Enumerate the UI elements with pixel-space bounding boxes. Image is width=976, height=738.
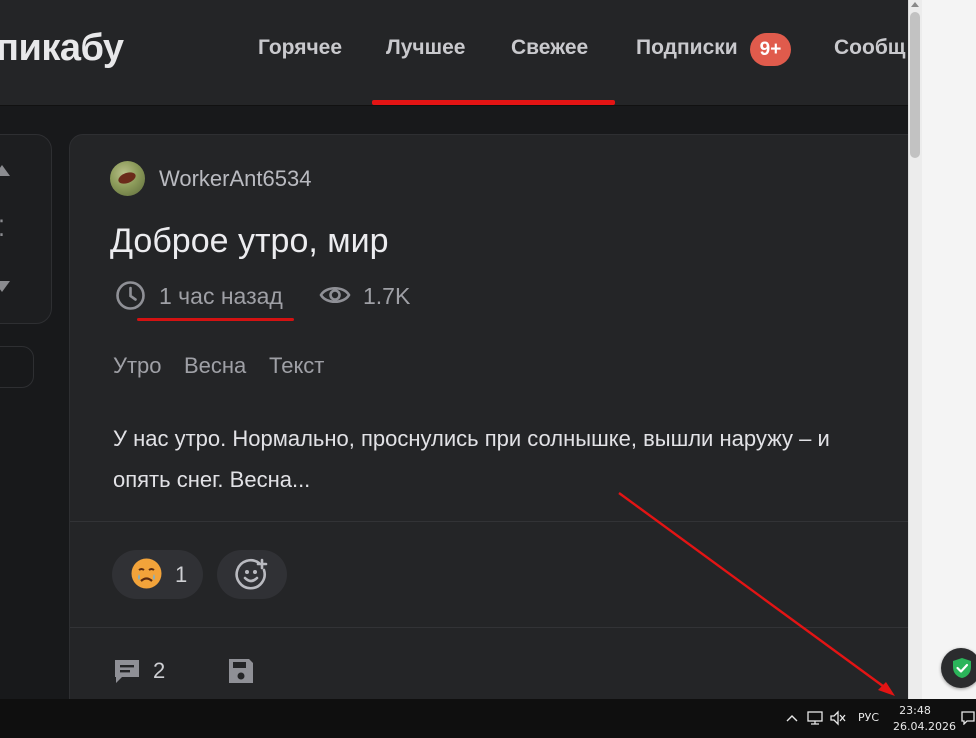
divider (70, 627, 908, 628)
browser-viewport: пикабу Горячее Лучшее Свежее Подписки 9+… (0, 0, 908, 699)
clock-time: 23:48 (899, 704, 931, 717)
clock-icon (116, 281, 145, 310)
post-body-line: опять снег. Весна... (113, 467, 311, 492)
divider (70, 521, 908, 522)
tag-text[interactable]: Текст (269, 353, 324, 379)
more-dots-icon[interactable]: ⁚ (0, 218, 5, 240)
avatar[interactable] (110, 161, 145, 196)
eye-icon (319, 286, 351, 304)
nav-communities[interactable]: Сообщ (834, 36, 906, 66)
tag-morning[interactable]: Утро (113, 353, 162, 379)
post-title[interactable]: Доброе утро, мир (110, 222, 389, 261)
side-pill-button[interactable] (0, 346, 34, 388)
system-clock[interactable]: 23:48 26.04.2026 (893, 703, 956, 735)
add-emoji-icon (235, 558, 268, 590)
upvote-icon[interactable] (0, 165, 10, 176)
nav-fresh[interactable]: Свежее (511, 36, 588, 66)
post-author[interactable]: WorkerAnt6534 (159, 166, 311, 192)
volume-muted-icon[interactable] (829, 710, 847, 726)
scrollbar-thumb[interactable] (910, 12, 920, 158)
post-views: 1.7K (363, 283, 411, 309)
network-icon[interactable] (806, 710, 824, 726)
time-annotation-underline (137, 318, 294, 321)
nav-hot[interactable]: Горячее (258, 36, 342, 66)
reaction-count: 1 (175, 562, 188, 587)
tag-spring[interactable]: Весна (184, 353, 246, 379)
post-card (69, 134, 908, 699)
post-body-line: У нас утро. Нормально, проснулись при со… (113, 426, 830, 451)
scroll-up-icon[interactable] (911, 2, 919, 7)
language-indicator[interactable]: РУС (858, 711, 879, 724)
shield-check-icon (953, 658, 971, 678)
notifications-icon[interactable] (961, 711, 975, 725)
site-logo[interactable]: пикабу (0, 27, 124, 70)
rating-panel (0, 134, 52, 324)
comment-icon[interactable] (112, 656, 142, 686)
downvote-icon[interactable] (0, 281, 10, 292)
save-icon[interactable] (226, 656, 256, 686)
side-panel (922, 0, 976, 699)
comment-count: 2 (153, 658, 166, 683)
post-time: 1 час назад (159, 283, 283, 309)
sad-face-emoji-icon (131, 558, 162, 589)
post-body: У нас утро. Нормально, проснулись при со… (113, 418, 908, 500)
chevron-up-icon[interactable] (785, 711, 799, 725)
nav-annotation-underline (372, 100, 615, 105)
subscriptions-badge: 9+ (750, 33, 791, 66)
clock-date: 26.04.2026 (893, 720, 956, 733)
nav-subscriptions[interactable]: Подписки (636, 36, 738, 66)
nav-best[interactable]: Лучшее (386, 36, 465, 66)
